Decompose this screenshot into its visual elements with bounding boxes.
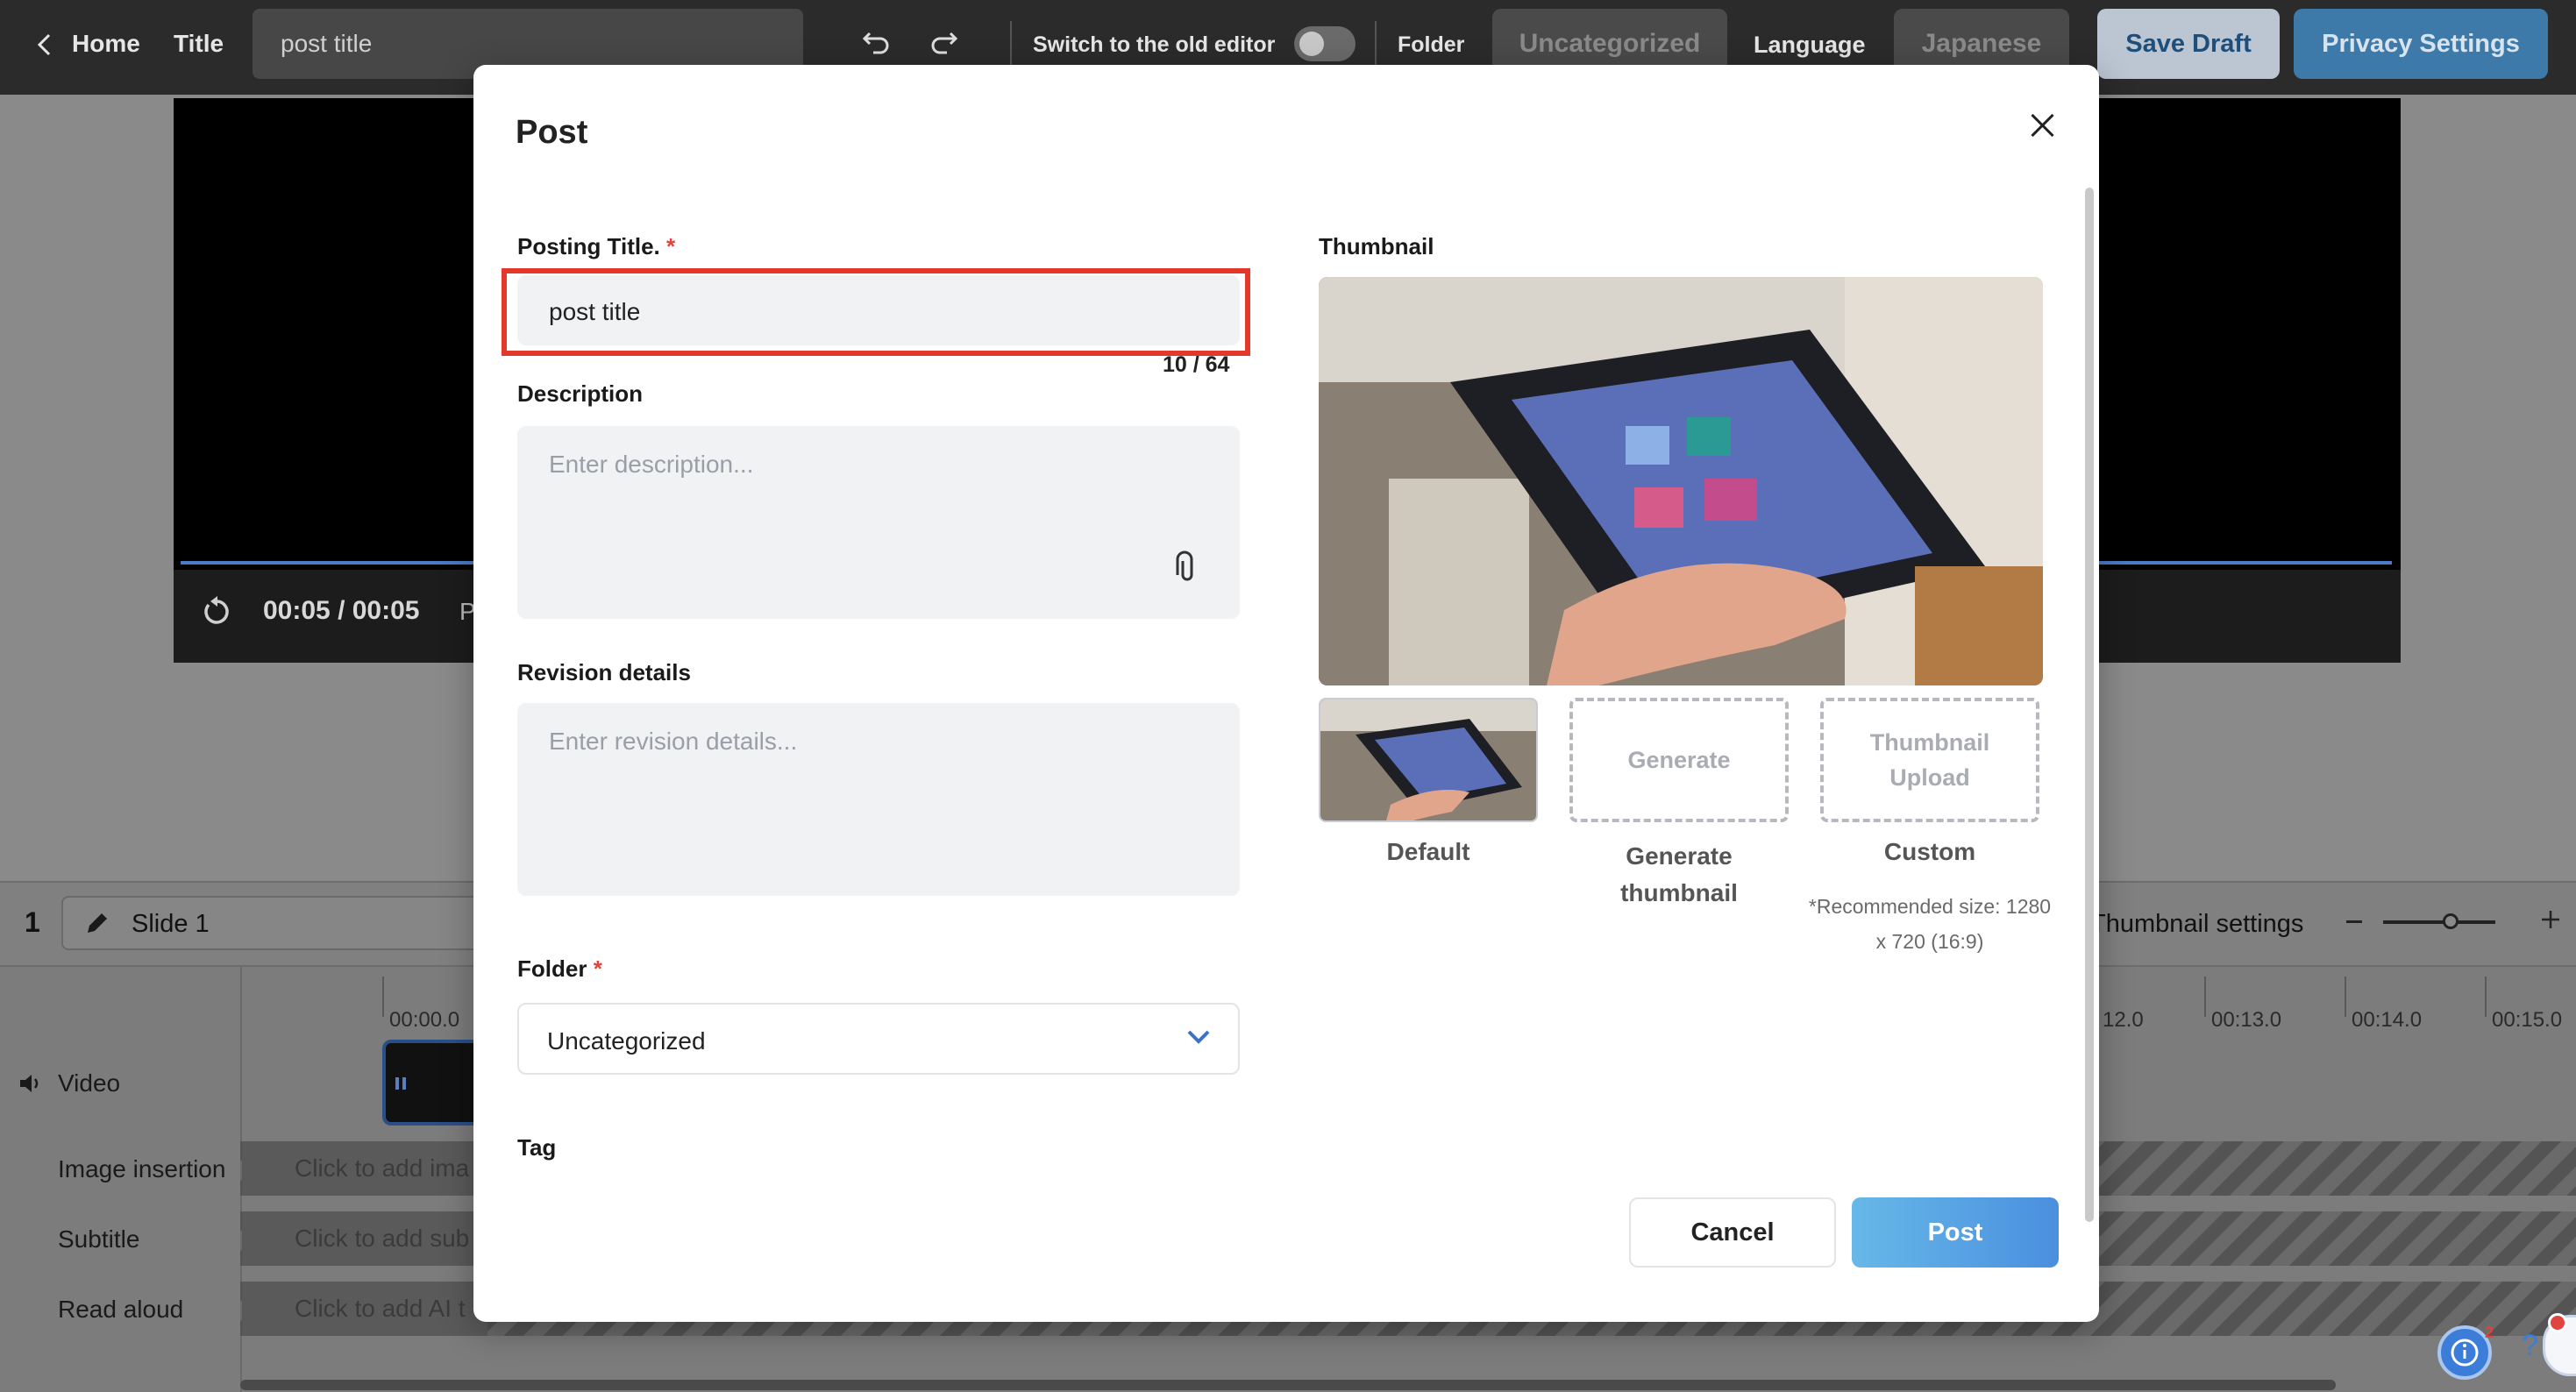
ruler-label: 00:13.0 (2211, 1008, 2282, 1032)
privacy-settings-button[interactable]: Privacy Settings (2294, 9, 2548, 79)
title-character-counter: 10 / 64 (1163, 352, 1230, 377)
language-label: Language (1754, 32, 1866, 58)
slide-number: 1 (25, 906, 40, 938)
player-time: 00:05 / 00:05 (263, 596, 420, 625)
ruler-tick (382, 977, 384, 1017)
thumbnail-default-option[interactable] (1319, 698, 1538, 822)
folder-select-value: Uncategorized (547, 1027, 706, 1055)
ruler-label: 00:14.0 (2352, 1008, 2423, 1032)
notification-badge: 2 (2485, 1324, 2494, 1341)
alert-dot (2548, 1313, 2567, 1332)
slide-selector[interactable] (61, 896, 482, 950)
ruler-tick (2485, 977, 2487, 1017)
folder-label: Folder (1398, 32, 1465, 57)
recommended-size-note: *Recommended size: 1280 x 720 (16:9) (1808, 895, 2052, 953)
generate-thumbnail-label: Generate thumbnail (1620, 842, 1738, 906)
custom-label: Custom (1883, 838, 1976, 865)
zoom-slider[interactable] (2383, 920, 2495, 924)
generate-thumbnail-button[interactable]: Generate (1569, 698, 1789, 822)
description-label: Description (517, 380, 644, 407)
track-label-video: Video (58, 1069, 121, 1097)
ruler-label: 00:15.0 (2492, 1008, 2563, 1032)
info-button[interactable] (2437, 1325, 2492, 1380)
revision-placeholder: Enter revision details... (549, 728, 798, 755)
toolbar-divider (1375, 21, 1377, 67)
old-editor-toggle[interactable] (1294, 26, 1356, 61)
add-ai-chip[interactable]: Click to add AI t (242, 1282, 487, 1336)
post-button[interactable]: Post (1852, 1197, 2059, 1268)
home-link[interactable]: Home (72, 30, 140, 58)
add-image-chip[interactable]: Click to add ima (242, 1141, 487, 1196)
zoom-handle[interactable] (2443, 913, 2459, 929)
required-asterisk: * (666, 233, 676, 259)
folder-label-text: Folder (517, 955, 587, 982)
close-icon[interactable] (2020, 103, 2064, 147)
ruler-label: 12.0 (2103, 1008, 2144, 1032)
thumbnail-preview (1319, 277, 2043, 685)
save-draft-button[interactable]: Save Draft (2097, 9, 2280, 79)
track-label-read-aloud: Read aloud (58, 1296, 184, 1323)
replay-icon[interactable] (198, 593, 237, 631)
folder-label: Folder * (517, 955, 602, 983)
toolbar-divider (1010, 21, 1012, 67)
modal-title: Post (516, 114, 588, 151)
add-subtitle-chip[interactable]: Click to add sub (242, 1211, 487, 1266)
modal-scrollbar[interactable] (2085, 188, 2094, 1222)
ruler-start-label: 00:00.0 (389, 1008, 460, 1032)
slide-label: Slide 1 (132, 910, 210, 938)
title-label: Title (174, 30, 224, 57)
old-editor-label: Switch to the old editor (1033, 32, 1276, 57)
track-label-subtitle: Subtitle (58, 1225, 140, 1253)
thumbnail-settings-link[interactable]: Thumbnail settings (2090, 910, 2303, 939)
zoom-out-icon[interactable] (2346, 920, 2362, 923)
revision-label: Revision details (517, 659, 691, 685)
tag-label: Tag (517, 1134, 557, 1161)
track-label-image: Image insertion (58, 1155, 226, 1182)
revision-textarea[interactable]: Enter revision details... (517, 703, 1240, 896)
zoom-in-icon[interactable] (2539, 908, 2562, 931)
help-question: ? (2522, 1329, 2538, 1362)
chevron-down-icon (1187, 1030, 1210, 1044)
undo-icon[interactable] (859, 25, 894, 60)
attachment-icon[interactable] (1171, 550, 1203, 586)
post-modal: Post Posting Title. * post title 10 / 64… (473, 65, 2099, 1322)
description-placeholder: Enter description... (549, 451, 754, 478)
speaker-icon (18, 1071, 42, 1096)
thumbnail-label: Thumbnail (1319, 233, 1434, 259)
cancel-button[interactable]: Cancel (1629, 1197, 1836, 1268)
folder-select[interactable]: Uncategorized (517, 1003, 1240, 1075)
back-chevron-icon[interactable] (33, 32, 56, 58)
posting-title-label: Posting Title. * (517, 233, 675, 260)
timeline-scrollbar[interactable] (240, 1380, 2336, 1390)
pencil-icon (82, 908, 112, 938)
pause-icon (395, 1076, 407, 1090)
ruler-tick (2345, 977, 2346, 1017)
highlight-box (502, 268, 1250, 356)
description-textarea[interactable]: Enter description... (517, 426, 1240, 619)
thumbnail-upload-button[interactable]: Thumbnail Upload (1820, 698, 2039, 822)
posting-title-label-text: Posting Title. (517, 233, 660, 259)
redo-icon[interactable] (926, 25, 961, 60)
ruler-tick (2204, 977, 2206, 1017)
required-asterisk: * (593, 955, 602, 982)
default-label: Default (1386, 838, 1470, 865)
